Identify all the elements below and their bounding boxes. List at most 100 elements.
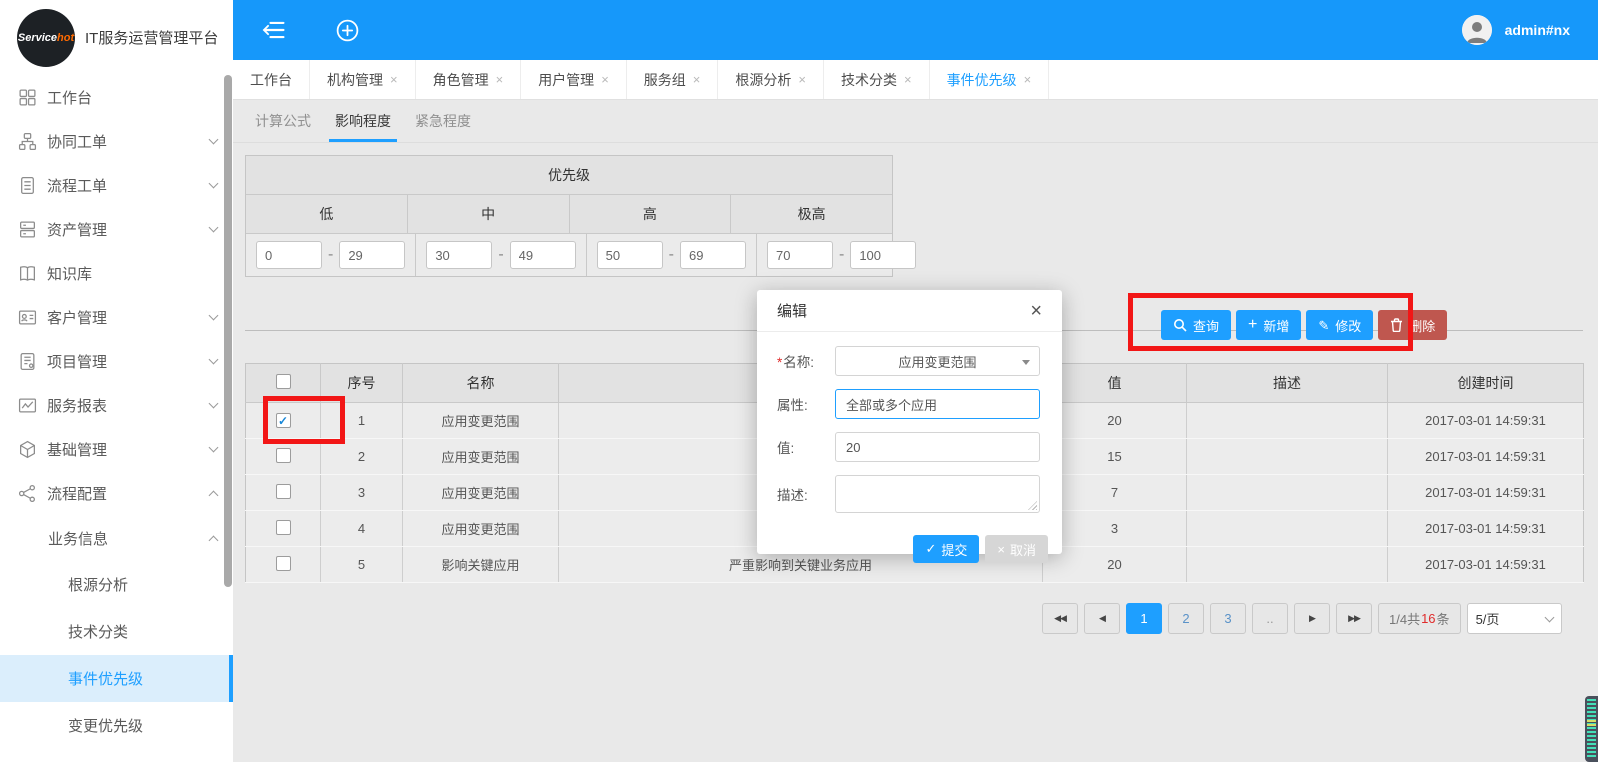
delete-button[interactable]: 删除	[1378, 310, 1447, 340]
sidebar-item-asset-mgmt[interactable]: 资产管理	[0, 207, 233, 251]
table-cell: 2017-03-01 14:59:31	[1388, 547, 1584, 583]
table-cell: 应用变更范围	[403, 511, 559, 547]
page-size-select[interactable]: 5/页	[1467, 603, 1562, 634]
sidebar-scrollbar[interactable]	[224, 75, 232, 587]
page-first-button[interactable]: ◀◀	[1042, 603, 1078, 634]
sidebar-item-knowledge-base[interactable]: 知识库	[0, 251, 233, 295]
range-from-input[interactable]	[426, 241, 492, 269]
close-icon[interactable]: ×	[601, 72, 609, 87]
table-cell: 影响关键应用	[403, 547, 559, 583]
sidebar-item-process-orders[interactable]: 流程工单	[0, 163, 233, 207]
range-separator: -	[498, 246, 503, 264]
range-to-input[interactable]	[850, 241, 916, 269]
avatar[interactable]	[1462, 15, 1492, 45]
page-3-button[interactable]: 3	[1210, 603, 1246, 634]
close-icon[interactable]: ×	[1024, 72, 1032, 87]
name-select[interactable]: 应用变更范围	[835, 346, 1040, 376]
sidebar-item-incident-priority[interactable]: 事件优先级	[0, 655, 233, 702]
tab-org-mgmt[interactable]: 机构管理 ×	[310, 60, 416, 99]
row-checkbox[interactable]	[276, 520, 291, 535]
column-header: 创建时间	[1388, 364, 1584, 403]
close-icon[interactable]: ×	[390, 72, 398, 87]
chevron-down-icon	[1544, 612, 1554, 622]
page-ellipsis[interactable]: ..	[1252, 603, 1288, 634]
range-from-input[interactable]	[767, 241, 833, 269]
sidebar-item-label: 资产管理	[47, 219, 107, 240]
chevron-down-icon	[1022, 360, 1030, 365]
app-root: Servicehot IT服务运营管理平台 工作台协同工单流程工单资产管理知识库…	[0, 0, 1598, 762]
tab-user-mgmt[interactable]: 用户管理 ×	[521, 60, 627, 99]
sidebar-item-base-mgmt[interactable]: 基础管理	[0, 427, 233, 471]
sidebar-item-tech-category[interactable]: 技术分类	[0, 608, 233, 655]
row-checkbox[interactable]	[276, 484, 291, 499]
page-prev-button[interactable]: ◀	[1084, 603, 1120, 634]
table-cell	[1187, 475, 1388, 511]
sitemap-icon	[18, 132, 37, 151]
range-to-input[interactable]	[510, 241, 576, 269]
page-2-button[interactable]: 2	[1168, 603, 1204, 634]
tab-tech-category[interactable]: 技术分类 ×	[824, 60, 930, 99]
close-icon[interactable]: ×	[496, 72, 504, 87]
attribute-input[interactable]	[846, 397, 1029, 412]
tab-role-mgmt[interactable]: 角色管理×	[416, 60, 522, 99]
page-next-button[interactable]: ▶	[1294, 603, 1330, 634]
page-last-button[interactable]: ▶▶	[1336, 603, 1372, 634]
range-to-input[interactable]	[339, 241, 405, 269]
username[interactable]: admin#nx	[1505, 22, 1570, 38]
column-header: 描述	[1187, 364, 1388, 403]
sidebar-item-business-info[interactable]: 业务信息	[0, 515, 233, 561]
button-label: 新增	[1263, 316, 1289, 335]
name-select-value: 应用变更范围	[898, 352, 976, 371]
submit-button[interactable]: ✓ 提交	[913, 535, 979, 563]
sidebar-item-label: 项目管理	[47, 351, 107, 372]
cancel-button[interactable]: × 取消	[985, 535, 1048, 563]
subtab-impact-degree[interactable]: 影响程度	[335, 100, 391, 142]
page-1-button[interactable]: 1	[1126, 603, 1162, 634]
value-input[interactable]	[846, 440, 1029, 455]
subtab-urgency-degree[interactable]: 紧急程度	[415, 100, 471, 142]
close-icon[interactable]: ×	[798, 72, 806, 87]
subtab-calc-formula[interactable]: 计算公式	[255, 100, 311, 142]
priority-level-header: 中	[408, 195, 570, 233]
tab-service-group[interactable]: 服务组 ×	[627, 60, 719, 99]
query-button[interactable]: 查询	[1161, 310, 1231, 340]
row-checkbox[interactable]	[276, 556, 291, 571]
table-cell: 7	[1043, 475, 1187, 511]
add-button[interactable]: +新增	[1236, 310, 1301, 340]
range-to-input[interactable]	[680, 241, 746, 269]
table-cell: 20	[1043, 547, 1187, 583]
collapse-menu-icon[interactable]	[261, 19, 287, 41]
select-all-checkbox[interactable]	[276, 374, 291, 389]
table-cell: 3	[1043, 511, 1187, 547]
button-label: 删除	[1409, 316, 1435, 335]
add-icon[interactable]	[335, 18, 360, 43]
tab-workbench[interactable]: 工作台	[233, 60, 310, 99]
tab-label: 机构管理	[327, 70, 383, 90]
sidebar-item-root-cause[interactable]: 根源分析	[0, 561, 233, 608]
description-textarea[interactable]	[835, 475, 1040, 513]
tab-root-cause[interactable]: 根源分析×	[718, 60, 824, 99]
sidebar-item-process-config[interactable]: 流程配置	[0, 471, 233, 515]
close-icon[interactable]: ×	[1030, 301, 1042, 321]
description-field-label: 描述:	[777, 484, 835, 504]
tab-label: 技术分类	[841, 70, 897, 90]
sidebar-item-service-reports[interactable]: 服务报表	[0, 383, 233, 427]
trash-icon	[1390, 318, 1403, 332]
sidebar-item-customer-mgmt[interactable]: 客户管理	[0, 295, 233, 339]
modify-button[interactable]: ✎修改	[1306, 310, 1373, 340]
row-checkbox[interactable]	[276, 413, 291, 428]
tab-incident-priority[interactable]: 事件优先级×	[930, 60, 1050, 99]
sidebar-item-collab-orders[interactable]: 协同工单	[0, 119, 233, 163]
tab-label: 工作台	[250, 70, 292, 90]
row-checkbox[interactable]	[276, 448, 291, 463]
range-from-input[interactable]	[256, 241, 322, 269]
range-from-input[interactable]	[597, 241, 663, 269]
sidebar-item-project-mgmt[interactable]: 项目管理	[0, 339, 233, 383]
column-header: 名称	[403, 364, 559, 403]
close-icon[interactable]: ×	[904, 72, 912, 87]
sidebar-item-change-priority[interactable]: 变更优先级	[0, 702, 233, 749]
tab-label: 用户管理	[538, 70, 594, 90]
sidebar-item-workbench[interactable]: 工作台	[0, 75, 233, 119]
tab-label: 服务组	[644, 70, 686, 90]
close-icon[interactable]: ×	[693, 72, 701, 87]
